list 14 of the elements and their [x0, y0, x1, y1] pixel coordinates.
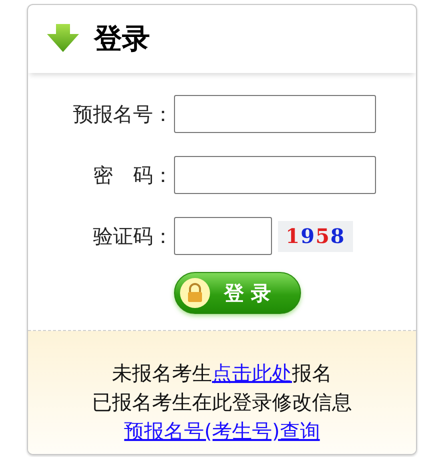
field-label: 预报名号： [72, 101, 174, 128]
card-title: 登录 [94, 21, 150, 57]
input-field[interactable] [174, 217, 272, 255]
lock-icon [180, 278, 210, 308]
register-prompt: 未报名考生点击此处报名 [112, 360, 332, 387]
register-link[interactable]: 点击此处 [212, 361, 292, 385]
field-label: 密 码： [92, 162, 174, 189]
login-note: 已报名考生在此登录修改信息 [92, 389, 352, 416]
query-link[interactable]: 预报名号(考生号)查询 [124, 417, 320, 446]
input-field[interactable] [174, 95, 376, 133]
down-arrow-icon [46, 24, 80, 54]
input-field[interactable] [174, 156, 376, 194]
field-label: 验证码： [92, 223, 174, 250]
captcha-image: 1958 [278, 220, 353, 252]
